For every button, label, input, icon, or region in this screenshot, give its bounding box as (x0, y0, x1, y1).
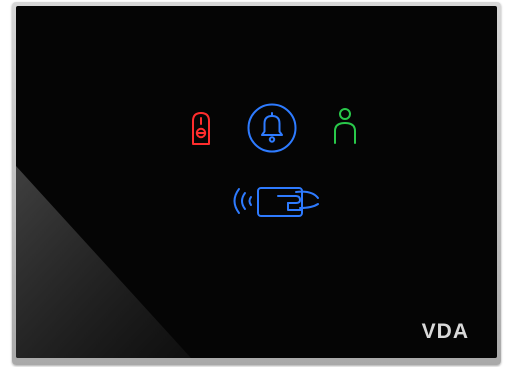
bell-icon[interactable] (246, 102, 298, 154)
rfid-card-icon[interactable] (228, 178, 324, 224)
person-icon[interactable] (332, 107, 358, 145)
brand-logo: VDA (422, 321, 469, 342)
touch-panel: VDA (16, 6, 497, 358)
brand-logo-text: VDA (421, 320, 469, 343)
door-hanger-icon[interactable] (190, 110, 212, 146)
